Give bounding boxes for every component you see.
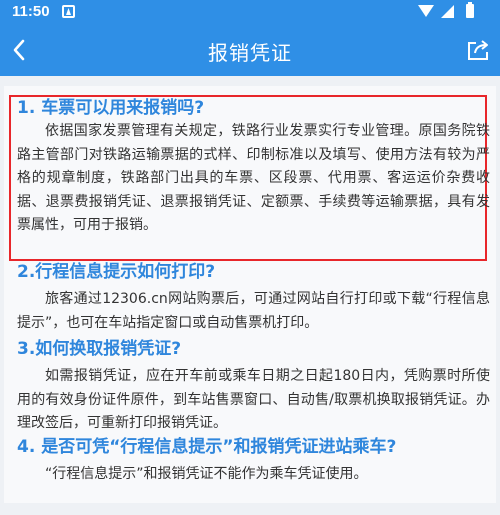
wifi-icon <box>418 5 434 17</box>
faq-content: 1. 车票可以用来报销吗? 依据国家发票管理有关规定，铁路行业发票实行专业管理。… <box>4 86 496 503</box>
signal-icon <box>441 5 454 18</box>
faq-item: 2.行程信息提示如何打印? 旅客通过12306.cn网站购票后，可通过网站自行打… <box>4 261 496 335</box>
faq-answer: 旅客通过12306.cn网站购票后，可通过网站自行打印或下载“行程信息提示”，也… <box>17 291 490 331</box>
faq-answer: 依据国家发票管理有关规定，铁路行业发票实行专业管理。原国务院铁路主管部门对铁路运… <box>17 123 490 234</box>
faq-item: 4. 是否可凭“行程信息提示”和报销凭证进站乘车? “行程信息提示”和报销凭证不… <box>4 436 496 487</box>
faq-question: 4. 是否可凭“行程信息提示”和报销凭证进站乘车? <box>17 437 397 457</box>
battery-icon <box>466 2 474 18</box>
app-bar: 报销凭证 <box>0 24 500 76</box>
faq-question: 1. 车票可以用来报销吗? <box>17 98 205 118</box>
faq-item: 3.如何换取报销凭证? 如需报销凭证，应在开车前或乘车日期之日起180日内，凭购… <box>4 338 496 436</box>
share-icon <box>468 40 488 60</box>
faq-answer: 如需报销凭证，应在开车前或乘车日期之日起180日内，凭购票时所使用的有效身份证件… <box>17 368 490 432</box>
notification-a-icon <box>62 5 75 18</box>
faq-item: 1. 车票可以用来报销吗? 依据国家发票管理有关规定，铁路行业发票实行专业管理。… <box>4 97 496 238</box>
page-title: 报销凭证 <box>208 41 292 65</box>
share-button[interactable] <box>462 32 496 68</box>
status-time: 11:50 <box>12 3 50 20</box>
status-bar: 11:50 <box>0 0 500 24</box>
faq-question: 2.行程信息提示如何打印? <box>17 262 216 282</box>
faq-answer: “行程信息提示”和报销凭证不能作为乘车凭证使用。 <box>45 466 368 482</box>
faq-question: 3.如何换取报销凭证? <box>17 339 182 359</box>
